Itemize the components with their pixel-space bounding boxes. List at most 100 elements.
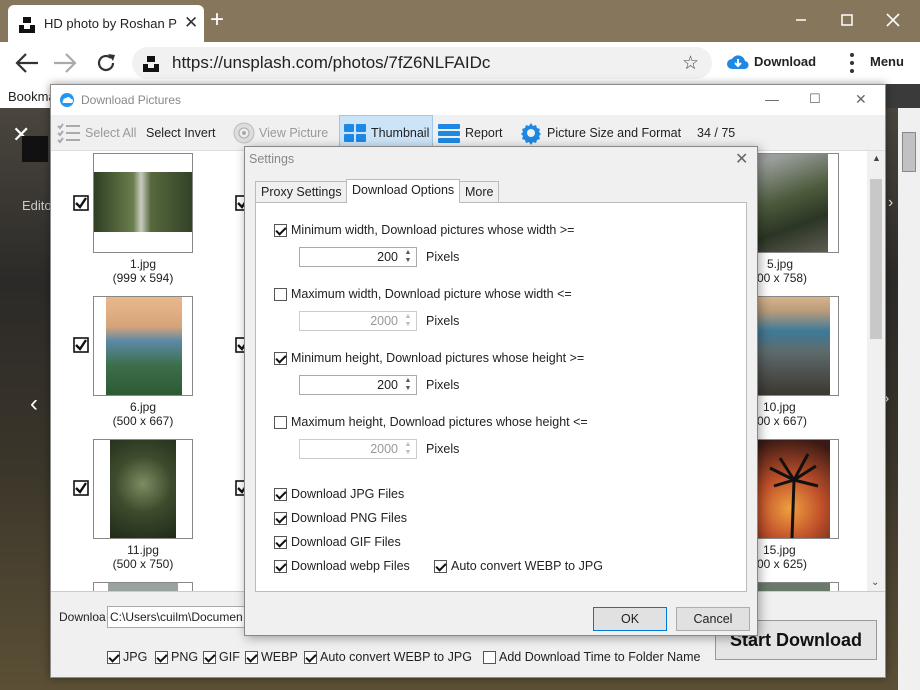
settings-auto-convert-checkbox[interactable]: Auto convert WEBP to JPG [434,559,603,573]
min-width-check-icon[interactable] [274,223,287,237]
dl-gif-check-icon[interactable] [274,535,287,549]
dl-jpg-check-icon[interactable] [274,487,287,501]
dl-jpg-label: Download JPG Files [291,487,405,501]
tab-download-options[interactable]: Download Options [346,179,461,203]
webp-label: WEBP [261,650,298,664]
close-window-icon[interactable] [878,8,908,32]
dl-minimize-icon[interactable]: — [765,91,779,107]
max-height-input[interactable]: 2000 ▲ ▼ [299,439,417,459]
scroll-down-icon[interactable]: ⌄ [871,577,879,588]
min-height-input[interactable]: 200 ▲ ▼ [299,375,417,395]
thumbnail-scrollbar[interactable]: ▲ ⌄ [867,151,885,591]
dl-png-check-icon[interactable] [274,511,287,525]
page-logo [22,136,48,162]
dl-gif-checkbox[interactable]: Download GIF Files [274,535,401,549]
spinner-arrows-icon[interactable]: ▲ ▼ [401,441,415,457]
max-width-input[interactable]: 2000 ▲ ▼ [299,311,417,331]
next-arrow-icon[interactable]: › [888,194,893,212]
max-width-check-icon[interactable] [274,287,287,301]
back-arrow-icon[interactable] [14,52,40,74]
dl-webp-check-icon[interactable] [274,559,287,573]
address-bar[interactable]: https://unsplash.com/photos/7fZ6NLFAIDc … [132,47,712,79]
thumbnail-checkbox-6[interactable] [73,337,89,353]
min-height-checkbox[interactable]: Minimum height, Download pictures whose … [274,351,584,365]
auto-convert-label: Auto convert WEBP to JPG [320,650,472,664]
format-gif-checkbox[interactable]: GIF [203,650,240,664]
format-png-checkbox[interactable]: PNG [155,650,198,664]
ok-button[interactable]: OK [593,607,667,631]
cancel-button[interactable]: Cancel [676,607,750,631]
scroll-up-icon[interactable]: ▲ [872,153,881,163]
minimize-icon[interactable] [786,8,816,32]
url-text[interactable]: https://unsplash.com/photos/7fZ6NLFAIDc [172,53,490,73]
browser-tab[interactable]: HD photo by Roshan P ✕ [8,5,204,42]
eye-icon [233,122,255,144]
page-edit-link[interactable]: Edito [22,198,52,213]
select-invert-button[interactable]: Select Invert [146,115,215,151]
thumbnail-caption-11: 11.jpg (500 x 750) [112,543,174,571]
format-webp-checkbox[interactable]: WEBP [245,650,298,664]
webp-check-icon[interactable] [245,650,258,664]
jpg-label: JPG [123,650,148,664]
settings-auto-convert-check-icon[interactable] [434,559,447,573]
browser-toolbar: https://unsplash.com/photos/7fZ6NLFAIDc … [0,42,920,84]
add-time-check-icon[interactable] [483,650,496,664]
download-path-input[interactable]: C:\Users\cuilm\Documen [107,606,247,628]
spinner-arrows-icon[interactable]: ▲ ▼ [401,249,415,265]
dl-close-icon[interactable]: ✕ [855,91,867,108]
png-check-icon[interactable] [155,650,168,664]
thumbnail-checkbox-11[interactable] [73,480,89,496]
thumbnail-1[interactable] [93,153,193,253]
max-height-checkbox[interactable]: Maximum height, Download pictures whose … [274,415,588,429]
new-tab-button[interactable]: + [210,8,224,32]
max-width-checkbox[interactable]: Maximum width, Download picture whose wi… [274,287,572,301]
thumbnail-scroll-thumb[interactable] [870,179,882,339]
pixels-label-3: Pixels [426,378,460,392]
auto-convert-check-icon[interactable] [304,650,317,664]
min-width-checkbox[interactable]: Minimum width, Download pictures whose w… [274,223,574,237]
settings-close-icon[interactable]: ✕ [735,149,748,169]
thumbnail-11[interactable] [93,439,193,539]
select-all-button[interactable]: Select All [57,115,136,151]
spinner-arrows-icon[interactable]: ▲ ▼ [401,313,415,329]
dl-png-checkbox[interactable]: Download PNG Files [274,511,407,525]
bookmark-star-icon[interactable]: ☆ [682,52,699,75]
thumbnail-caption-10: 10.jpg 00 x 667) [757,400,808,428]
gif-check-icon[interactable] [203,650,216,664]
page-scrollbar[interactable] [898,108,920,690]
tab-proxy-settings[interactable]: Proxy Settings [255,181,348,202]
forward-arrow-icon[interactable] [52,52,78,74]
tab-more[interactable]: More [459,181,500,202]
dl-jpg-checkbox[interactable]: Download JPG Files [274,487,404,501]
reload-icon[interactable] [94,51,118,75]
dl-gif-label: Download GIF Files [291,535,401,549]
thumbnail-checkbox-1[interactable] [73,195,89,211]
min-width-input[interactable]: 200 ▲ ▼ [299,247,417,267]
thumbnail-caption-6: 6.jpg (500 x 667) [112,400,174,428]
browser-tab-bar: HD photo by Roshan P ✕ + [0,0,920,42]
add-time-checkbox[interactable]: Add Download Time to Folder Name [483,650,700,664]
settings-dialog: Settings ✕ Proxy Settings Download Optio… [244,146,758,636]
page-scroll-thumb[interactable] [902,132,916,172]
prev-photo-arrow-icon[interactable]: ‹ [30,390,38,418]
jpg-check-icon[interactable] [107,650,120,664]
download-options-panel: Minimum width, Download pictures whose w… [255,202,747,592]
max-height-check-icon[interactable] [274,415,287,429]
tab-close-icon[interactable]: ✕ [184,13,198,33]
thumbnail-6[interactable] [93,296,193,396]
thumbnail-16[interactable] [93,582,193,592]
png-label: PNG [171,650,199,664]
min-height-check-icon[interactable] [274,351,287,365]
auto-convert-checkbox[interactable]: Auto convert WEBP to JPG [304,650,472,664]
download-folder-label: Downloa [59,610,106,624]
min-width-label: Minimum width, Download pictures whose w… [291,223,575,237]
pixels-label-2: Pixels [426,314,460,328]
tab-title: HD photo by Roshan P [44,16,177,31]
thumbnail-caption-5: 5.jpg 00 x 758) [757,257,808,285]
spinner-arrows-icon[interactable]: ▲ ▼ [401,377,415,393]
select-invert-label: Select Invert [146,126,216,140]
maximize-icon[interactable] [832,8,862,32]
dl-maximize-icon[interactable]: ☐ [809,91,821,107]
format-jpg-checkbox[interactable]: JPG [107,650,147,664]
dl-webp-checkbox[interactable]: Download webp Files [274,559,410,573]
